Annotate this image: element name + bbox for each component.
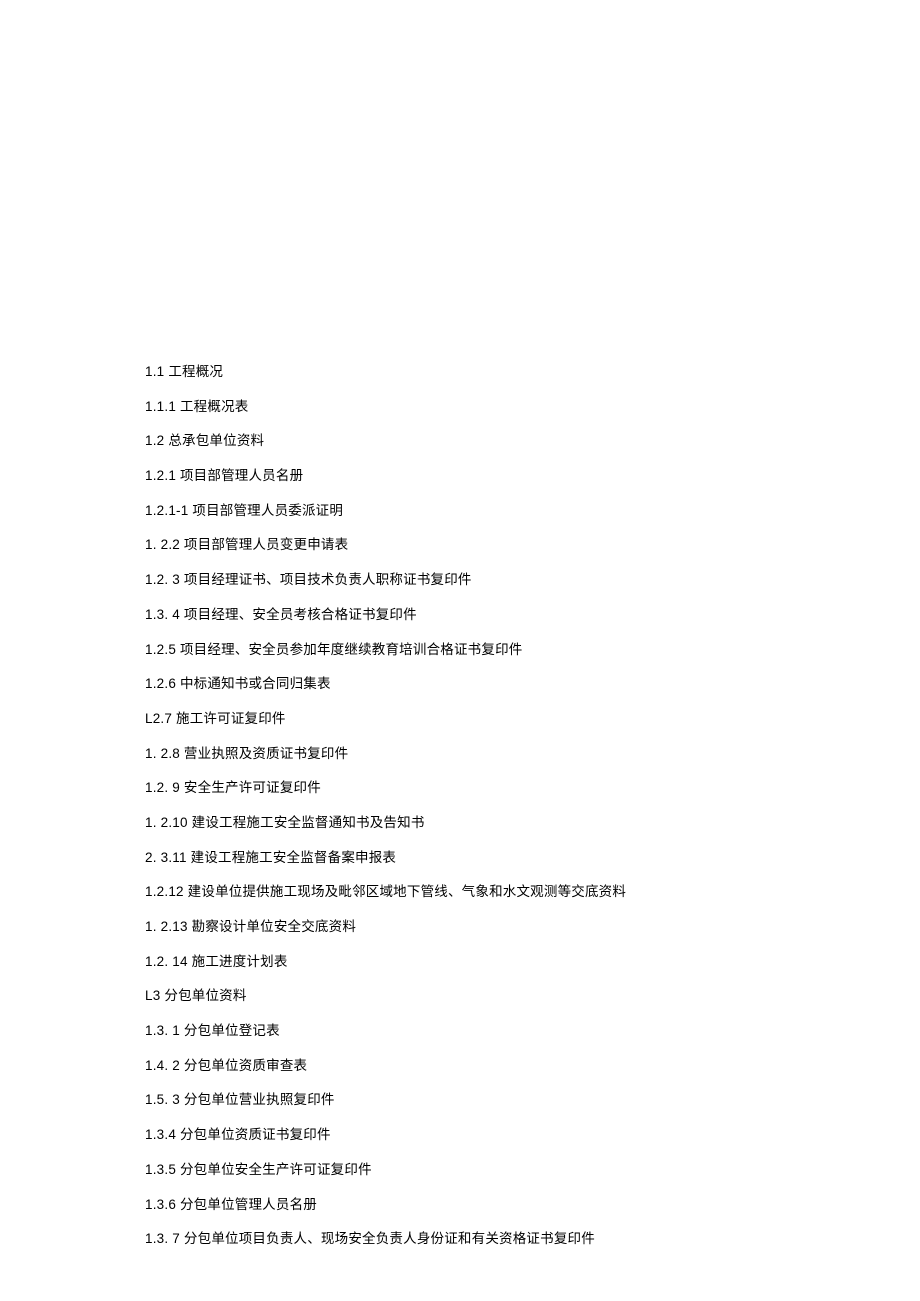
toc-line: 1.3. 1 分包单位登记表 <box>145 1024 920 1038</box>
toc-line: 1.2 总承包单位资料 <box>145 434 920 448</box>
toc-line: 1.3.4 分包单位资质证书复印件 <box>145 1128 920 1142</box>
toc-line: 1.1.1 工程概况表 <box>145 400 920 414</box>
toc-line: 1.3.5 分包单位安全生产许可证复印件 <box>145 1163 920 1177</box>
toc-line: 1.1 工程概况 <box>145 365 920 379</box>
toc-line: 1. 2.8 营业执照及资质证书复印件 <box>145 747 920 761</box>
toc-line: 1.3. 4 项目经理、安全员考核合格证书复印件 <box>145 608 920 622</box>
toc-line: 1.4. 2 分包单位资质审查表 <box>145 1059 920 1073</box>
toc-line: 1.2. 9 安全生产许可证复印件 <box>145 781 920 795</box>
toc-line: 1. 2.2 项目部管理人员变更申请表 <box>145 538 920 552</box>
document-page: 1.1 工程概况 1.1.1 工程概况表 1.2 总承包单位资料 1.2.1 项… <box>0 0 920 1301</box>
toc-line: 2. 3.11 建设工程施工安全监督备案申报表 <box>145 851 920 865</box>
toc-line: 1.3. 7 分包单位项目负责人、现场安全负责人身份证和有关资格证书复印件 <box>145 1232 920 1246</box>
toc-line: 1.3.6 分包单位管理人员名册 <box>145 1198 920 1212</box>
toc-line: L2.7 施工许可证复印件 <box>145 712 920 726</box>
toc-line: 1.2.6 中标通知书或合同归集表 <box>145 677 920 691</box>
toc-line: 1.2.1 项目部管理人员名册 <box>145 469 920 483</box>
toc-line: 1.2. 3 项目经理证书、项目技术负责人职称证书复印件 <box>145 573 920 587</box>
toc-line: 1.2. 14 施工进度计划表 <box>145 955 920 969</box>
toc-line: 1.2.5 项目经理、安全员参加年度继续教育培训合格证书复印件 <box>145 643 920 657</box>
toc-line: 1.2.12 建设单位提供施工现场及毗邻区域地下管线、气象和水文观测等交底资料 <box>145 885 920 899</box>
toc-line: L3 分包单位资料 <box>145 989 920 1003</box>
toc-line: 1.2.1-1 项目部管理人员委派证明 <box>145 504 920 518</box>
toc-line: 1. 2.13 勘察设计单位安全交底资料 <box>145 920 920 934</box>
toc-line: 1. 2.10 建设工程施工安全监督通知书及告知书 <box>145 816 920 830</box>
toc-line: 1.5. 3 分包单位营业执照复印件 <box>145 1093 920 1107</box>
